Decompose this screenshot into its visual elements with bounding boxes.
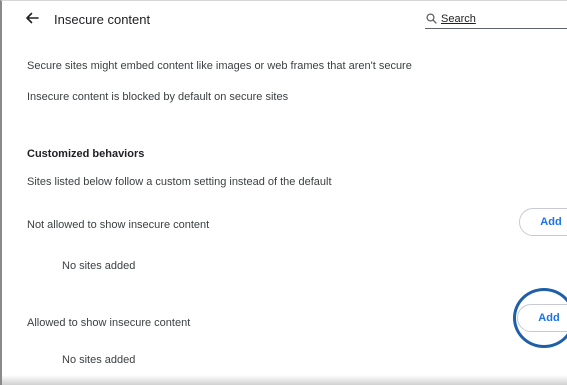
not-allowed-empty-text: No sites added <box>62 260 136 272</box>
not-allowed-label: Not allowed to show insecure content <box>27 219 210 231</box>
arrow-back-icon <box>25 11 39 30</box>
search-input[interactable] <box>441 12 561 25</box>
blocked-by-default-text: Insecure content is blocked by default o… <box>27 91 289 103</box>
customized-behaviors-heading: Customized behaviors <box>27 148 145 160</box>
customized-behaviors-description: Sites listed below follow a custom setti… <box>27 176 332 188</box>
page-title: Insecure content <box>54 12 151 27</box>
page-header: Insecure content <box>2 1 567 37</box>
back-button[interactable] <box>22 10 42 30</box>
allowed-label: Allowed to show insecure content <box>27 317 191 329</box>
add-allowed-button[interactable]: Add <box>517 304 567 332</box>
search-box[interactable] <box>425 9 567 29</box>
allowed-empty-text: No sites added <box>62 354 136 366</box>
add-not-allowed-button[interactable]: Add <box>519 208 567 236</box>
search-icon <box>425 13 437 25</box>
settings-panel: Insecure content Secure sites might embe… <box>0 0 567 385</box>
intro-description: Secure sites might embed content like im… <box>27 60 412 72</box>
